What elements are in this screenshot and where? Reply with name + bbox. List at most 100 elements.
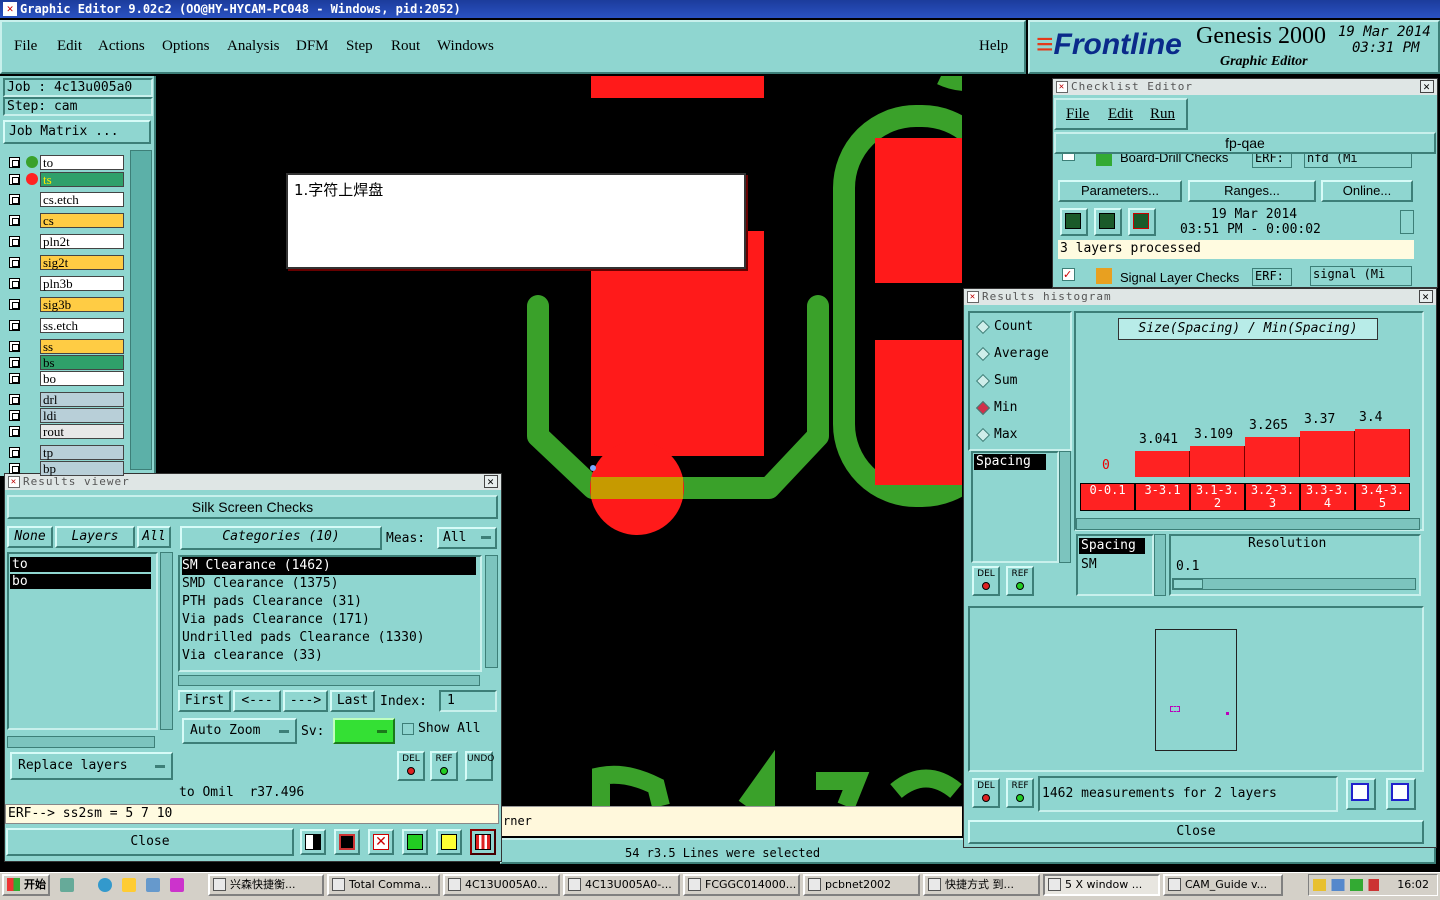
layer-checkbox[interactable] xyxy=(9,463,20,474)
taskbar-item[interactable]: 快捷方式 到... xyxy=(923,874,1040,896)
histogram-bar[interactable] xyxy=(1135,451,1190,477)
start-button[interactable]: 开始 xyxy=(2,874,50,896)
rv-tool-button-4[interactable] xyxy=(402,829,428,855)
histogram-bin-label[interactable]: 3.4-3.5 xyxy=(1355,483,1410,511)
layer-checkbox[interactable] xyxy=(9,299,20,310)
menu-windows[interactable]: Windows xyxy=(437,38,494,55)
menu-rout[interactable]: Rout xyxy=(391,38,420,55)
layer-checkbox[interactable] xyxy=(9,278,20,289)
histogram-close-icon[interactable]: ✕ xyxy=(1419,290,1433,303)
rv-category-item[interactable]: Via clearance (33) xyxy=(182,647,323,665)
layer-checkbox[interactable] xyxy=(9,194,20,205)
taskbar-item[interactable]: 兴森快捷衡... xyxy=(208,874,324,896)
slider-thumb[interactable] xyxy=(1173,579,1203,589)
desktop-icon[interactable] xyxy=(60,878,74,892)
checklist-menu-file[interactable]: File xyxy=(1066,106,1089,123)
taskbar-item[interactable]: CAM_Guide v... xyxy=(1163,874,1283,896)
histogram-ref-button[interactable]: REF xyxy=(1006,778,1034,808)
annotation-box[interactable]: 1.字符上焊盘 xyxy=(286,173,746,269)
histogram-resolution-slider[interactable] xyxy=(1172,578,1416,590)
histogram-bin-label[interactable]: 3.1-3.2 xyxy=(1190,483,1245,511)
histogram-export-button-2[interactable] xyxy=(1386,778,1416,810)
layer-checkbox[interactable] xyxy=(9,320,20,331)
layer-checkbox[interactable] xyxy=(9,394,20,405)
histogram-bar[interactable] xyxy=(1355,429,1410,477)
layer-row-ss[interactable]: ss xyxy=(6,339,124,354)
menu-analysis[interactable]: Analysis xyxy=(227,38,280,55)
layer-row-cs[interactable]: cs xyxy=(6,213,124,228)
rv-category-hscroll[interactable] xyxy=(178,675,480,686)
rv-categories-button[interactable]: Categories (10) xyxy=(180,526,382,550)
layer-row-drl[interactable]: drl xyxy=(6,392,124,407)
rv-next-button[interactable]: ---> xyxy=(283,690,328,712)
rv-first-button[interactable]: First xyxy=(178,690,231,712)
clock-icon[interactable] xyxy=(122,878,136,892)
ie-icon[interactable] xyxy=(98,878,112,892)
rv-auto-zoom-select[interactable]: Auto Zoom xyxy=(182,718,297,744)
rv-category-item[interactable]: Via pads Clearance (171) xyxy=(182,611,370,629)
layer-row-rout[interactable]: rout xyxy=(6,424,124,439)
histogram-bin-label[interactable]: 0-0.1 xyxy=(1080,483,1135,511)
taskbar-item[interactable]: 4C13U005A0-... xyxy=(563,874,680,896)
more-icon[interactable] xyxy=(194,878,208,892)
rv-category-item[interactable]: Undrilled pads Clearance (1330) xyxy=(182,629,425,647)
checklist-ranges-button[interactable]: Ranges... xyxy=(1188,180,1316,202)
histogram-spacing-selected[interactable]: Spacing xyxy=(1079,538,1145,554)
menu-edit[interactable]: Edit xyxy=(57,38,82,55)
rv-none-button[interactable]: None xyxy=(7,526,53,548)
histogram-bar[interactable] xyxy=(1245,437,1300,477)
checklist-row-board-drill[interactable]: Board-Drill Checks ERF: nfd (Mi xyxy=(1056,154,1412,172)
rv-close-button[interactable]: Close xyxy=(6,828,294,856)
taskbar-item[interactable]: 5 X window ... xyxy=(1043,874,1160,896)
layer-checkbox[interactable] xyxy=(9,357,20,368)
histogram-ref-button-top[interactable]: REF xyxy=(1006,566,1034,596)
histogram-measure-scrollbar[interactable] xyxy=(1059,451,1071,563)
rv-replace-layers-select[interactable]: Replace layers xyxy=(10,752,173,780)
layer-checkbox[interactable] xyxy=(9,257,20,268)
rv-undo-button[interactable]: UNDO xyxy=(465,751,494,781)
browser-icon[interactable] xyxy=(146,878,160,892)
checklist-run-button-3[interactable] xyxy=(1128,208,1156,236)
taskbar-item[interactable]: 4C13U005A0... xyxy=(443,874,560,896)
menu-actions[interactable]: Actions xyxy=(98,38,145,55)
histogram-bin-label[interactable]: 3.2-3.3 xyxy=(1245,483,1300,511)
layer-row-sig3b[interactable]: sig3b xyxy=(6,297,124,312)
histogram-bar[interactable] xyxy=(1300,431,1355,477)
rv-sv-color-select[interactable] xyxy=(333,718,395,744)
checklist-run-button-1[interactable] xyxy=(1060,208,1088,236)
job-matrix-button[interactable]: Job Matrix ... xyxy=(3,120,151,144)
histogram-measure-item[interactable]: Spacing xyxy=(974,454,1046,470)
menu-file[interactable]: File xyxy=(14,38,37,55)
layer-checkbox[interactable] xyxy=(9,341,20,352)
menu-step[interactable]: Step xyxy=(346,38,373,55)
checklist-row-signal[interactable]: ✓ Signal Layer Checks ERF: signal (Mi xyxy=(1056,264,1412,286)
layer-row-sig2t[interactable]: sig2t xyxy=(6,255,124,270)
xwindow-icon[interactable] xyxy=(170,878,184,892)
rv-tool-button-2[interactable] xyxy=(334,829,360,855)
checklist-side-button[interactable] xyxy=(1400,210,1414,234)
rv-del-button[interactable]: DEL xyxy=(397,751,425,781)
rv-layer-list-scrollbar[interactable] xyxy=(160,552,173,730)
layer-row-pln2t[interactable]: pln2t xyxy=(6,234,124,249)
menu-dfm[interactable]: DFM xyxy=(296,38,329,55)
histogram-bar[interactable] xyxy=(1190,446,1245,477)
taskbar-item[interactable]: Total Comma... xyxy=(327,874,440,896)
layer-row-bp[interactable]: bp xyxy=(6,461,124,476)
layer-row-ldi[interactable]: ldi xyxy=(6,408,124,423)
checklist-menu-edit[interactable]: Edit xyxy=(1108,106,1133,123)
checklist-online-button[interactable]: Online... xyxy=(1321,180,1413,202)
rv-category-scrollbar[interactable] xyxy=(485,555,498,668)
histogram-spacing-scrollbar[interactable] xyxy=(1154,534,1166,596)
layer-row-ts[interactable]: ts xyxy=(6,172,124,187)
rv-layer-item[interactable]: bo xyxy=(10,574,151,589)
layer-checkbox[interactable] xyxy=(9,174,20,185)
rv-category-item[interactable]: SM Clearance (1462) xyxy=(182,557,476,575)
rv-meas-select[interactable]: All xyxy=(437,527,497,549)
menu-options[interactable]: Options xyxy=(162,38,210,55)
layer-row-tp[interactable]: tp xyxy=(6,445,124,460)
checklist-menu-run[interactable]: Run xyxy=(1150,106,1175,123)
rv-category-item[interactable]: SMD Clearance (1375) xyxy=(182,575,339,593)
results-viewer-close-icon[interactable]: ✕ xyxy=(484,475,498,488)
histogram-del-button-top[interactable]: DEL xyxy=(972,566,1000,596)
menu-help[interactable]: Help xyxy=(979,38,1008,55)
